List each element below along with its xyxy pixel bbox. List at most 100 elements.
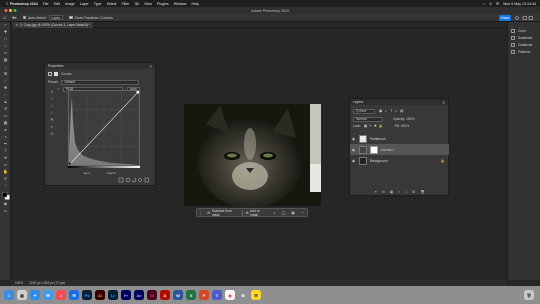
dock-word-icon[interactable]: W xyxy=(173,290,183,300)
new-adjustment-icon[interactable]: ◐ xyxy=(398,190,400,194)
add-to-mask-button[interactable]: ⊞ Add to mask xyxy=(243,209,271,217)
properties-header[interactable]: Properties ≡ xyxy=(45,63,155,69)
black-point-eyedropper-icon[interactable]: ⁄ xyxy=(49,96,55,101)
dock-finder-icon[interactable]: ☺ xyxy=(4,290,14,300)
history-brush-tool-icon[interactable]: ↺ xyxy=(3,107,8,111)
rectangle-tool-icon[interactable]: ▭ xyxy=(3,163,8,167)
color-swatches-icon[interactable] xyxy=(2,192,10,200)
hand-tool-icon[interactable]: ✋ xyxy=(3,170,8,174)
invert-mask-icon[interactable]: ◐ xyxy=(271,211,279,215)
menu-type[interactable]: Type xyxy=(94,2,102,6)
drag-handle-icon[interactable]: ⋮ xyxy=(197,211,204,215)
share-button[interactable]: Share xyxy=(499,15,511,21)
crop-tool-icon[interactable]: ⌞ xyxy=(3,65,8,69)
dock-settings-icon[interactable]: ⚙ xyxy=(238,290,248,300)
gray-point-eyedropper-icon[interactable]: ⁄ xyxy=(49,103,55,108)
link-layers-icon[interactable]: ⚭ xyxy=(374,190,377,194)
marquee-tool-icon[interactable]: □ xyxy=(3,44,8,48)
layer-row-curves[interactable]: ◉ Curves 1 xyxy=(350,144,449,155)
filter-shape-icon[interactable]: □ xyxy=(395,109,397,113)
healing-brush-tool-icon[interactable]: ✱ xyxy=(3,86,8,90)
lock-all-icon[interactable]: 🔒 xyxy=(379,124,383,128)
quick-mask-icon[interactable]: ◉ xyxy=(3,202,8,206)
curve-point-tool-icon[interactable]: ∿ xyxy=(49,89,55,94)
move-tool-icon[interactable]: ✚ xyxy=(3,30,8,34)
menu-plugins[interactable]: Plugins xyxy=(157,2,169,6)
more-tools-icon[interactable]: ⋯ xyxy=(3,184,8,188)
menu-file[interactable]: File xyxy=(43,2,49,6)
layer-style-icon[interactable]: fx xyxy=(382,190,385,194)
document-info[interactable]: 2000 px x 834 px (72 ppi) xyxy=(29,281,65,285)
pencil-draw-icon[interactable]: ✎ xyxy=(49,117,55,122)
smooth-curve-icon[interactable]: ≈ xyxy=(49,124,55,129)
control-center-icon[interactable]: ☰ xyxy=(496,2,499,6)
opacity-field[interactable]: Opacity: 100% xyxy=(393,117,414,121)
layers-header[interactable]: Layers ≡ xyxy=(350,99,448,105)
type-tool-icon[interactable]: T xyxy=(3,149,8,153)
clipping-warning-icon[interactable]: ⚠ xyxy=(49,131,55,136)
dock-teams-icon[interactable]: T xyxy=(212,290,222,300)
zoom-level[interactable]: 100% xyxy=(15,281,23,285)
frame-tool-icon[interactable]: ⊠ xyxy=(3,72,8,76)
auto-select-dropdown[interactable]: Layer xyxy=(48,15,64,20)
dock-lightroom-icon[interactable]: Lr xyxy=(108,290,118,300)
lasso-tool-icon[interactable]: ∞ xyxy=(3,51,8,55)
object-selection-tool-icon[interactable]: ▦ xyxy=(3,58,8,62)
menu-app[interactable]: Photoshop 2024 xyxy=(10,2,38,6)
layer-row-background[interactable]: ◉ Background 🔒 xyxy=(350,155,449,166)
lock-position-icon[interactable]: ✚ xyxy=(374,124,377,128)
zoom-tool-icon[interactable]: ⚲ xyxy=(3,177,8,181)
color-panel-tab[interactable]: Color xyxy=(511,28,526,33)
eraser-tool-icon[interactable]: ▭ xyxy=(3,114,8,118)
preset-dropdown[interactable]: Default xyxy=(61,80,140,85)
menu-window[interactable]: Window xyxy=(174,2,187,6)
clone-stamp-tool-icon[interactable]: ▲ xyxy=(3,100,8,104)
eyedropper-tool-icon[interactable]: ⁄ xyxy=(3,79,8,83)
show-transform-checkbox[interactable] xyxy=(69,15,73,20)
curves-graph[interactable] xyxy=(68,90,140,166)
artboard-tool-icon[interactable]: □ xyxy=(3,37,8,41)
gradients-panel-tab[interactable]: Gradients xyxy=(511,42,532,47)
menu-filter[interactable]: Filter xyxy=(122,2,130,6)
patterns-panel-tab[interactable]: Patterns xyxy=(511,49,530,54)
dock-trash-icon[interactable]: 🗑 xyxy=(524,290,534,300)
collapse-tools-icon[interactable]: » xyxy=(3,23,8,27)
brush-tool-icon[interactable]: ⁄ xyxy=(3,93,8,97)
visibility-eye-icon[interactable]: ◉ xyxy=(350,159,357,163)
path-selection-tool-icon[interactable]: ➤ xyxy=(3,156,8,160)
dock-music-icon[interactable]: ♫ xyxy=(56,290,66,300)
dock-mail-icon[interactable]: ✉ xyxy=(43,290,53,300)
dock-premiere-icon[interactable]: Pr xyxy=(121,290,131,300)
dodge-tool-icon[interactable]: ◑ xyxy=(3,135,8,139)
dock-illustrator-icon[interactable]: Ai xyxy=(95,290,105,300)
dock-xcode-icon[interactable]: ⚒ xyxy=(69,290,79,300)
dock-indesign-icon[interactable]: Id xyxy=(147,290,157,300)
auto-select-checkbox[interactable] xyxy=(22,15,27,20)
visibility-eye-icon[interactable]: ◉ xyxy=(350,148,357,152)
filter-type-icon[interactable]: T xyxy=(390,109,392,113)
menu-3d[interactable]: 3D xyxy=(135,2,140,6)
menu-layer[interactable]: Layer xyxy=(80,2,89,6)
add-mask-icon[interactable]: ▣ xyxy=(390,190,393,194)
menu-select[interactable]: Select xyxy=(107,2,117,6)
menu-image[interactable]: Image xyxy=(65,2,75,6)
filter-pixel-icon[interactable]: ▣ xyxy=(379,109,382,113)
dock-powerpoint-icon[interactable]: P xyxy=(199,290,209,300)
swatches-panel-tab[interactable]: Swatches xyxy=(511,35,532,40)
home-icon[interactable]: ⌂ xyxy=(0,14,10,22)
visibility-eye-icon[interactable]: ◉ xyxy=(350,137,357,141)
layer-mask-toggle-icon[interactable] xyxy=(54,72,58,76)
dock-notes-icon[interactable]: ☰ xyxy=(251,290,261,300)
cat-photo[interactable] xyxy=(184,104,321,206)
gradient-tool-icon[interactable]: ▩ xyxy=(3,121,8,125)
blur-tool-icon[interactable]: ● xyxy=(3,128,8,132)
move-tool-preset-icon[interactable]: ✚▾ xyxy=(12,16,17,20)
subtract-from-mask-button[interactable]: ⊟ Subtract from mask xyxy=(204,209,242,217)
screen-mode-icon[interactable]: ▭ xyxy=(3,209,8,213)
delete-layer-icon[interactable]: 🗑 xyxy=(420,190,424,194)
filter-adjustment-icon[interactable]: ◐ xyxy=(385,109,387,113)
dock-aftereffects-icon[interactable]: Ae xyxy=(134,290,144,300)
wifi-icon[interactable]: ○ xyxy=(483,2,485,6)
menu-view[interactable]: View xyxy=(144,2,152,6)
on-image-adjust-icon[interactable]: ☞ xyxy=(57,87,60,91)
